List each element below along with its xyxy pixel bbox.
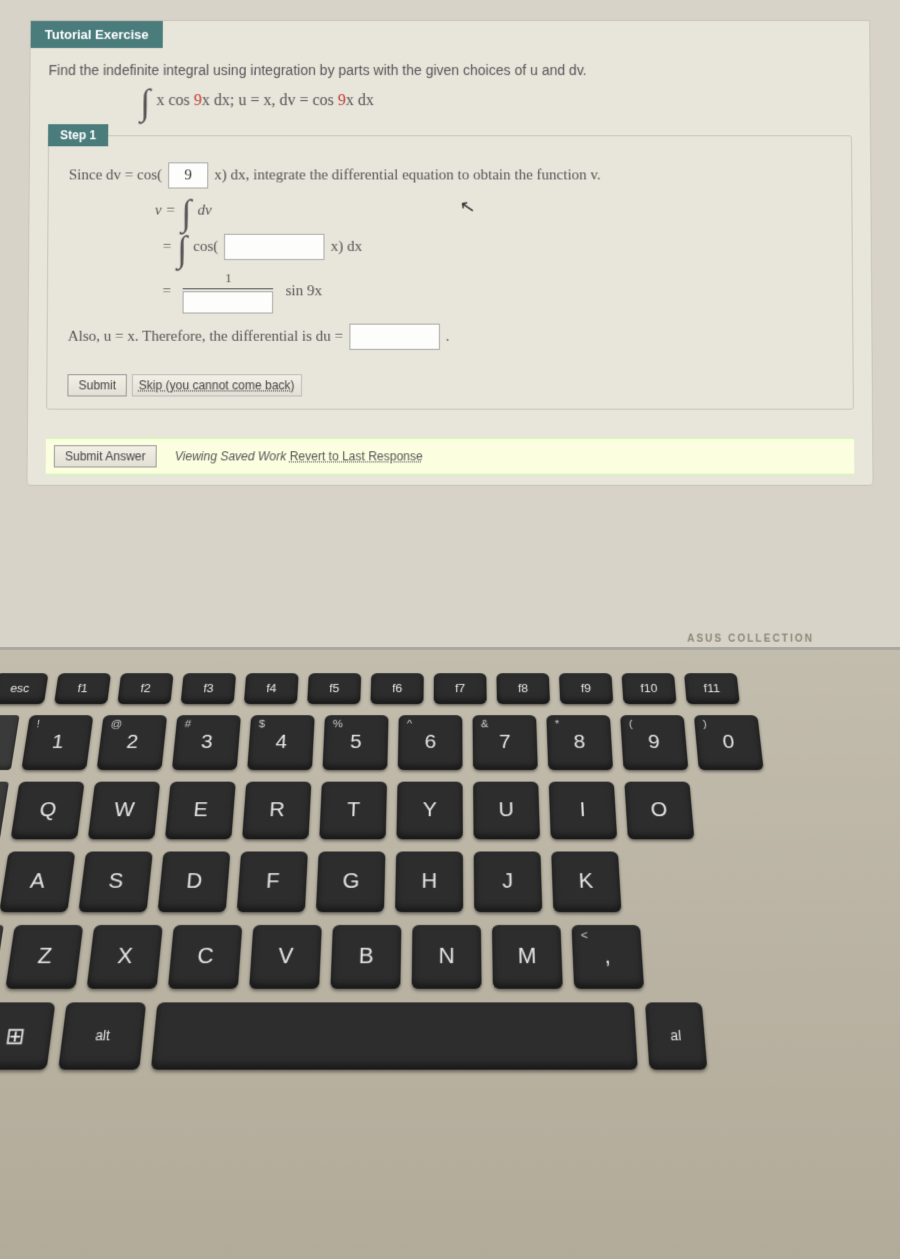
coef-nine: 9 — [338, 92, 346, 109]
key-o: O — [624, 782, 694, 840]
key-7: &7 — [473, 715, 538, 770]
key-v: V — [249, 925, 322, 989]
key-f11: f11 — [684, 673, 740, 704]
step-label: Step 1 — [48, 124, 108, 146]
text-fragment: Since dv = cos( — [69, 167, 162, 184]
dv-text: dv — [197, 203, 211, 220]
key-altgr: al — [645, 1002, 707, 1069]
key-n: N — [412, 925, 482, 989]
key-f7: f7 — [434, 673, 487, 704]
fraction-numerator: 1 — [225, 270, 232, 288]
key-q: Q — [11, 782, 85, 840]
period: . — [446, 329, 450, 346]
key-backtick: ` — [0, 715, 20, 770]
v-label: v = — [155, 203, 176, 220]
key-t: T — [319, 782, 387, 840]
exercise-prompt: Find the indefinite integral using integ… — [30, 48, 869, 88]
answer-bar: Submit Answer Viewing Saved Work Revert … — [46, 438, 855, 475]
key-esc: esc — [0, 673, 48, 704]
key-g: G — [316, 852, 386, 913]
integral-symbol: ∫ — [181, 201, 191, 226]
saved-work-text: Viewing Saved Work — [175, 450, 286, 464]
brand-label: ASUS COLLECTION — [687, 634, 814, 645]
key-f4: f4 — [244, 673, 299, 704]
key-0: )0 — [694, 715, 764, 770]
fraction: 1 — [183, 270, 274, 313]
expr-part: x cos — [156, 92, 193, 109]
key-c: C — [168, 925, 243, 989]
key-f3: f3 — [181, 673, 237, 704]
fraction-denominator-input[interactable] — [183, 290, 274, 314]
step-submit-button[interactable]: Submit — [67, 375, 127, 397]
key-m: M — [492, 925, 563, 989]
key-space — [151, 1002, 638, 1069]
key-shift — [0, 925, 4, 989]
key-f6: f6 — [370, 673, 423, 704]
key-2: @2 — [97, 715, 168, 770]
key-e: E — [165, 782, 236, 840]
key-alt: alt — [58, 1002, 146, 1069]
key-comma: <, — [571, 925, 644, 989]
cos-text: cos( — [193, 239, 218, 256]
key-u: U — [473, 782, 540, 840]
key-a: A — [0, 852, 75, 913]
key-tab: ↹ — [0, 782, 9, 840]
key-f1: f1 — [54, 673, 111, 704]
key-b: B — [330, 925, 401, 989]
integral-expression: ∫ x cos 9x dx; u = x, dv = cos 9x dx — [30, 88, 870, 127]
key-i: I — [549, 782, 618, 840]
also-line: Also, u = x. Therefore, the differential… — [64, 324, 837, 350]
step-line-1: Since dv = cos( x) dx, integrate the dif… — [65, 163, 836, 189]
key-f10: f10 — [621, 673, 676, 704]
key-8: *8 — [546, 715, 613, 770]
key-k: K — [551, 852, 621, 913]
step-1-box: Step 1 Since dv = cos( x) dx, integrate … — [46, 135, 854, 410]
prompt-text: Find the indefinite integral using integ… — [48, 62, 586, 78]
physical-keyboard: esc f1 f2 f3 f4 f5 f6 f7 f8 f9 f10 f11 `… — [0, 650, 900, 1259]
skip-button[interactable]: Skip (you cannot come back) — [132, 375, 302, 397]
key-h: H — [395, 852, 463, 913]
key-d: D — [158, 852, 231, 913]
coefficient-input-2[interactable] — [224, 234, 325, 260]
key-f8: f8 — [496, 673, 550, 704]
tutorial-header: Tutorial Exercise — [31, 21, 163, 48]
key-5: %5 — [322, 715, 388, 770]
equals: = — [162, 284, 171, 301]
key-y: Y — [396, 782, 462, 840]
key-f9: f9 — [559, 673, 613, 704]
key-9: (9 — [620, 715, 688, 770]
du-input[interactable] — [349, 324, 440, 350]
key-windows: ⊞ — [0, 1002, 55, 1069]
text-fragment: x) dx, integrate the differential equati… — [214, 167, 601, 184]
key-w: W — [88, 782, 160, 840]
expr-part: x dx — [346, 92, 374, 109]
key-z: Z — [5, 925, 83, 989]
key-6: ^6 — [398, 715, 463, 770]
key-4: $4 — [247, 715, 315, 770]
submit-answer-button[interactable]: Submit Answer — [54, 446, 157, 468]
coefficient-input-1[interactable] — [168, 163, 208, 189]
key-1: !1 — [21, 715, 93, 770]
sin9x-text: sin 9x — [286, 284, 322, 301]
xdx-text: x) dx — [331, 239, 362, 256]
revert-link[interactable]: Revert to Last Response — [290, 450, 423, 464]
integral-symbol: ∫ — [177, 237, 187, 262]
expr-part: x dx; u = x, dv = cos — [202, 92, 338, 109]
key-3: #3 — [172, 715, 241, 770]
equals: = — [163, 239, 172, 256]
key-x: X — [87, 925, 163, 989]
key-f2: f2 — [117, 673, 173, 704]
text-fragment: Also, u = x. Therefore, the differential… — [68, 329, 343, 346]
integral-symbol: ∫ — [140, 90, 150, 115]
key-f: F — [237, 852, 308, 913]
key-r: R — [242, 782, 311, 840]
key-s: S — [78, 852, 153, 913]
key-f5: f5 — [307, 673, 361, 704]
key-j: J — [474, 852, 543, 913]
